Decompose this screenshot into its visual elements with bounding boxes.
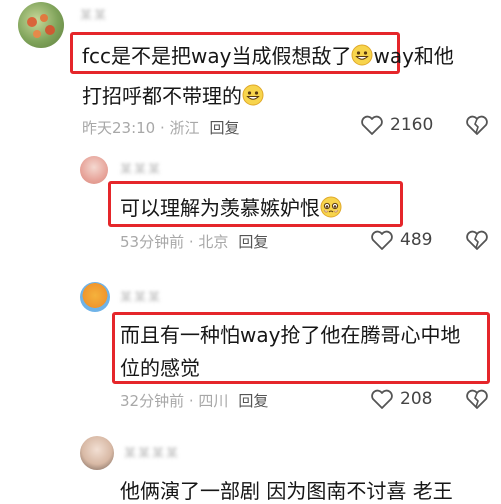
reply-button[interactable]: 回复 — [238, 392, 268, 410]
comment-text: 而且有一种怕way抢了他在腾哥心中地 — [120, 319, 460, 348]
comment-meta: 32分钟前 · 四川 回复 — [120, 390, 268, 411]
pleading-emoji — [320, 196, 342, 223]
like-count: 208 — [400, 389, 433, 409]
comment-text-part: 他俩演了一部剧 因为图南不讨喜 老王 — [120, 479, 453, 503]
heart-icon — [371, 389, 393, 409]
comment-meta: 53分钟前 · 北京 回复 — [120, 231, 268, 252]
comment-text-part: 可以理解为羡慕嫉妒恨 — [120, 196, 320, 220]
dislike-button[interactable] — [465, 229, 489, 255]
comment-time: 53分钟前 · 北京 — [120, 233, 229, 251]
username[interactable]: 某某某某 — [124, 444, 180, 461]
avatar[interactable] — [80, 436, 114, 470]
username[interactable]: 某某某 — [120, 288, 162, 305]
broken-heart-icon — [466, 389, 488, 409]
comment-text-part: 位的感觉 — [120, 356, 200, 380]
comment-text: 位的感觉 — [120, 352, 200, 381]
heart-icon — [371, 230, 393, 250]
comment-text: 他俩演了一部剧 因为图南不讨喜 老王 — [120, 475, 453, 504]
comment-text: 可以理解为羡慕嫉妒恨 — [120, 192, 342, 223]
comment-text: fcc是不是把way当成假想敌了 way和他 — [82, 40, 454, 71]
broken-heart-icon — [466, 115, 488, 135]
grin-emoji — [351, 44, 373, 71]
like-count: 2160 — [390, 115, 434, 135]
dislike-button[interactable] — [465, 114, 489, 140]
comment-time: 昨天23:10 · 浙江 — [82, 119, 200, 137]
avatar[interactable] — [18, 2, 64, 48]
like-button[interactable]: 489 — [370, 229, 432, 251]
comment-text-part: 打招呼都不带理的 — [82, 84, 242, 108]
like-button[interactable]: 208 — [370, 388, 432, 410]
grin-emoji — [242, 84, 264, 111]
username[interactable]: 某某 — [80, 6, 108, 23]
dislike-button[interactable] — [465, 388, 489, 414]
avatar[interactable] — [80, 156, 108, 184]
broken-heart-icon — [466, 230, 488, 250]
heart-icon — [361, 115, 383, 135]
comment-text: 打招呼都不带理的 — [82, 80, 264, 111]
avatar[interactable] — [80, 282, 110, 312]
reply-button[interactable]: 回复 — [238, 233, 268, 251]
avatar-image — [27, 14, 55, 38]
comment-text-part: way和他 — [373, 44, 454, 68]
comment-meta: 昨天23:10 · 浙江 回复 — [82, 117, 240, 138]
comment-time: 32分钟前 · 四川 — [120, 392, 229, 410]
username[interactable]: 某某某 — [120, 160, 162, 177]
like-button[interactable]: 2160 — [360, 114, 433, 136]
comment-text-part: 而且有一种怕way抢了他在腾哥心中地 — [120, 323, 461, 347]
like-count: 489 — [400, 230, 433, 250]
comment-text-part: fcc是不是把way当成假想敌了 — [82, 44, 352, 68]
reply-button[interactable]: 回复 — [210, 119, 240, 137]
